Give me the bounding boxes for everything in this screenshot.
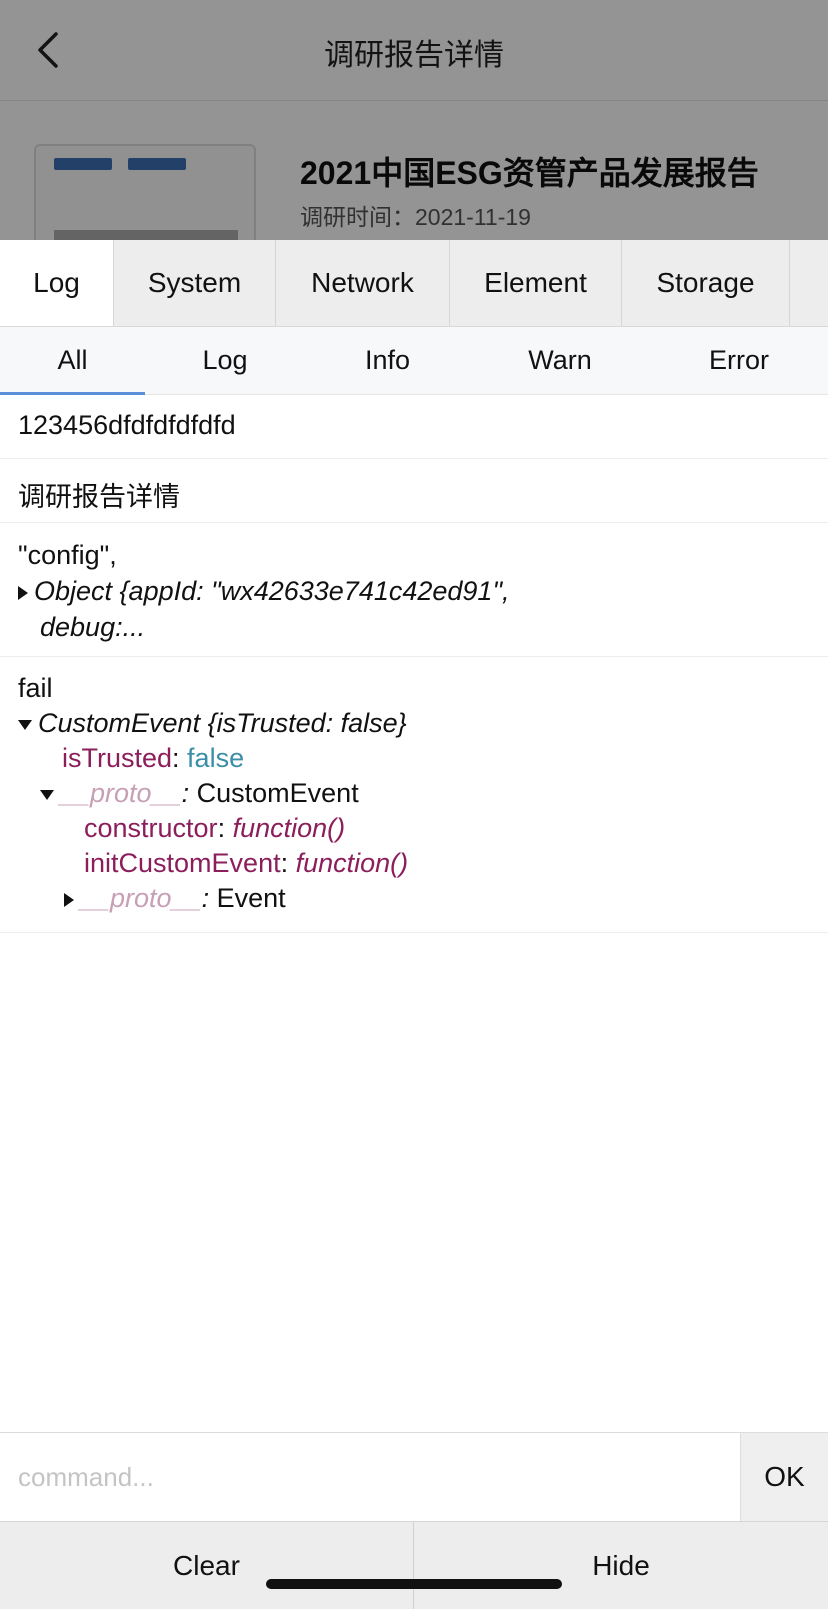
dim-overlay[interactable] [0, 0, 828, 240]
event-preview[interactable]: CustomEvent {isTrusted: false} [18, 706, 810, 741]
property-value: Event [216, 883, 286, 913]
console-footer: Clear Hide [0, 1521, 828, 1609]
tab-network[interactable]: Network [276, 240, 450, 326]
property-row: constructor: function() [84, 813, 346, 843]
property-key: __proto__ [60, 778, 182, 808]
proto-row[interactable]: __proto__: Event [18, 881, 810, 916]
log-entry: fail CustomEvent {isTrusted: false} isTr… [0, 657, 828, 933]
log-entry: 123456dfdfdfdfdfd [0, 395, 828, 459]
vconsole-panel: Log System Network Element Storage All L… [0, 240, 828, 1609]
expand-triangle-icon[interactable] [64, 892, 74, 907]
property-key: __proto__ [80, 883, 202, 913]
property-row: isTrusted: false [62, 743, 245, 773]
console-tab-bar: Log System Network Element Storage [0, 240, 828, 327]
clear-button[interactable]: Clear [0, 1522, 414, 1609]
log-entry: "config", Object {appId: "wx42633e741c42… [0, 523, 828, 657]
log-filter-bar: All Log Info Warn Error [0, 327, 828, 395]
property-value: false [187, 743, 245, 773]
ok-button[interactable]: OK [740, 1433, 828, 1521]
tab-overflow[interactable] [790, 240, 828, 326]
collapse-triangle-icon[interactable] [18, 719, 32, 730]
property-value: function() [295, 848, 409, 878]
log-entry: 调研报告详情 [0, 459, 828, 523]
filter-all[interactable]: All [0, 327, 145, 395]
expand-triangle-icon[interactable] [18, 585, 28, 600]
filter-warn[interactable]: Warn [470, 327, 650, 394]
property-value: CustomEvent [196, 778, 359, 808]
filter-error[interactable]: Error [650, 327, 828, 394]
command-input[interactable] [0, 1433, 740, 1521]
tab-storage[interactable]: Storage [622, 240, 790, 326]
collapse-triangle-icon[interactable] [40, 789, 54, 800]
tab-log[interactable]: Log [0, 240, 114, 326]
home-indicator [266, 1579, 562, 1589]
property-value: function() [232, 813, 346, 843]
proto-row[interactable]: __proto__: CustomEvent [18, 776, 810, 811]
command-bar: OK [0, 1432, 828, 1521]
log-text: fail [18, 673, 53, 703]
object-preview-continued: debug:... [40, 612, 146, 642]
object-preview[interactable]: Object {appId: "wx42633e741c42ed91", [18, 573, 810, 609]
tab-element[interactable]: Element [450, 240, 622, 326]
background-page: 调研报告详情 2021中国ESG资管产品发展报告 调研时间：2021-11-19 [0, 0, 828, 268]
property-key: initCustomEvent [84, 848, 281, 878]
filter-info[interactable]: Info [305, 327, 470, 394]
log-text: 123456dfdfdfdfdfd [18, 410, 236, 440]
tab-system[interactable]: System [114, 240, 276, 326]
property-key: isTrusted [62, 743, 173, 773]
log-list: 123456dfdfdfdfdfd 调研报告详情 "config", Objec… [0, 395, 828, 933]
property-key: constructor [84, 813, 218, 843]
log-text: "config", [18, 540, 117, 570]
filter-log[interactable]: Log [145, 327, 305, 394]
property-row: initCustomEvent: function() [84, 848, 409, 878]
hide-button[interactable]: Hide [414, 1522, 828, 1609]
log-text: 调研报告详情 [18, 482, 180, 512]
